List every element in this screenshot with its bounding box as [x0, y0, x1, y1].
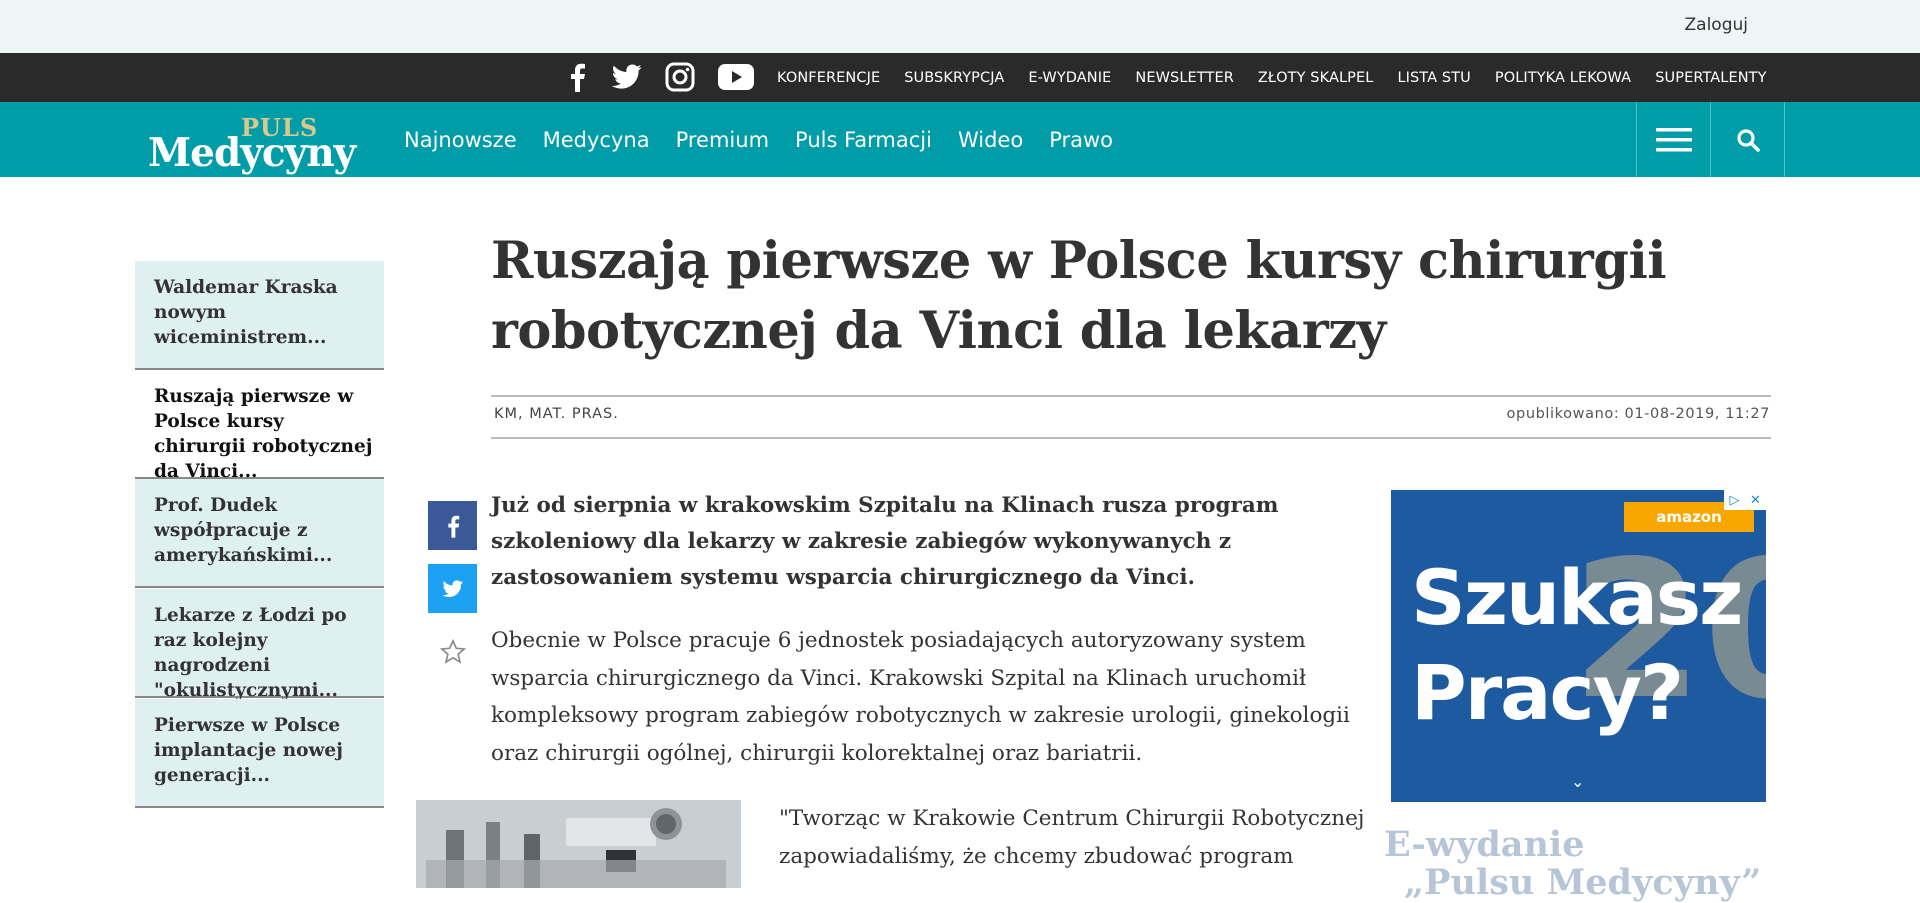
nav-links: Najnowsze Medycyna Premium Puls Farmacji…: [404, 102, 1139, 177]
login-link[interactable]: Zaloguj: [1685, 15, 1748, 35]
ad-line2: Pracy?: [1411, 648, 1684, 737]
hamburger-menu-icon: [1655, 127, 1692, 151]
meta-divider-bottom: [491, 437, 1771, 439]
link-konferencje[interactable]: KONFERENCJE: [777, 70, 880, 86]
article-quote: "Tworząc w Krakowie Centrum Chirurgii Ro…: [779, 806, 1365, 869]
top-links: KONFERENCJE SUBSKRYPCJA E-WYDANIE NEWSLE…: [777, 53, 1791, 102]
surgical-robot-image: [416, 800, 741, 888]
article-lead: Już od sierpnia w krakowskim Szpitalu na…: [491, 493, 1279, 590]
article-author: KM, MAT. PRAS.: [494, 406, 619, 422]
favorite-button[interactable]: [428, 627, 477, 676]
star-icon: [439, 638, 466, 664]
article-date: opublikowano: 01-08-2019, 11:27: [1506, 406, 1770, 422]
ad-close-icon[interactable]: ✕: [1745, 490, 1766, 510]
article-title: Ruszają pierwsze w Polsce kursy chirurgi…: [491, 226, 1791, 366]
article-title-line1: Ruszają pierwsze w Polsce kursy chirurgi…: [491, 231, 1667, 291]
top-links-bar: KONFERENCJE SUBSKRYPCJA E-WYDANIE NEWSLE…: [0, 53, 1920, 102]
site-logo[interactable]: PULS Medycyny: [148, 110, 378, 176]
sidebar-item[interactable]: Waldemar Kraska nowym wiceministrem...: [135, 261, 384, 370]
link-subskrypcja[interactable]: SUBSKRYPCJA: [904, 70, 1004, 86]
ad-choices[interactable]: ▷ ✕: [1724, 490, 1766, 510]
ad-headline: Szukasz Pracy?: [1411, 550, 1743, 740]
login-bar: Zaloguj: [0, 0, 1920, 53]
e-wydanie-title: E-wydanie: [1384, 824, 1585, 865]
link-polityka-lekowa[interactable]: POLITYKA LEKOWA: [1495, 70, 1631, 86]
e-wydanie-promo[interactable]: E-wydanie „Pulsu Medycyny”: [1384, 826, 1761, 902]
main-nav: PULS Medycyny Najnowsze Medycyna Premium…: [0, 102, 1920, 177]
e-wydanie-subtitle: „Pulsu Medycyny”: [1404, 862, 1762, 903]
youtube-icon[interactable]: [716, 61, 756, 93]
search-button[interactable]: [1710, 102, 1785, 177]
article-photo[interactable]: [416, 800, 741, 888]
ad-line1: Szukasz: [1411, 553, 1743, 642]
link-supertalenty[interactable]: SUPERTALENTY: [1655, 70, 1766, 86]
menu-button[interactable]: [1636, 102, 1710, 177]
article-paragraph: Obecnie w Polsce pracuje 6 jednostek pos…: [491, 628, 1350, 766]
nav-premium[interactable]: Premium: [676, 128, 769, 152]
link-zloty-skalpel[interactable]: ZŁOTY SKALPEL: [1258, 70, 1374, 86]
link-e-wydanie[interactable]: E-WYDANIE: [1028, 70, 1111, 86]
article-title-line2: robotycznej da Vinci dla lekarzy: [491, 301, 1386, 361]
share-facebook-button[interactable]: [428, 501, 477, 550]
instagram-icon[interactable]: [663, 61, 697, 93]
advertisement[interactable]: 20 amazon ▷ ✕ Szukasz Pracy? ⌄: [1391, 490, 1766, 802]
twitter-icon: [441, 579, 463, 597]
sidebar-item[interactable]: Lekarze z Łodzi po raz kolejny nagrodzen…: [135, 589, 384, 701]
twitter-icon[interactable]: [610, 61, 644, 93]
link-lista-stu[interactable]: LISTA STU: [1397, 70, 1470, 86]
sidebar-item[interactable]: Pierwsze w Polsce implantacje nowej gene…: [135, 699, 384, 808]
logo-medycyny: Medycyny: [148, 130, 356, 176]
chevron-down-icon[interactable]: ⌄: [1571, 772, 1584, 791]
sidebar-item-active[interactable]: Ruszają pierwsze w Polsce kursy chirurgi…: [135, 370, 384, 482]
nav-medycyna[interactable]: Medycyna: [543, 128, 650, 152]
nav-prawo[interactable]: Prawo: [1049, 128, 1113, 152]
share-twitter-button[interactable]: [428, 564, 477, 613]
nav-puls-farmacji[interactable]: Puls Farmacji: [795, 128, 932, 152]
sidebar-item[interactable]: Prof. Dudek współpracuje z amerykańskimi…: [135, 479, 384, 588]
facebook-icon: [447, 515, 459, 538]
meta-divider-top: [491, 395, 1771, 397]
nav-najnowsze[interactable]: Najnowsze: [404, 128, 517, 152]
nav-wideo[interactable]: Wideo: [958, 128, 1023, 152]
facebook-icon[interactable]: [563, 61, 591, 93]
link-newsletter[interactable]: NEWSLETTER: [1135, 70, 1234, 86]
search-icon: [1736, 128, 1760, 152]
ad-info-icon[interactable]: ▷: [1724, 490, 1745, 510]
